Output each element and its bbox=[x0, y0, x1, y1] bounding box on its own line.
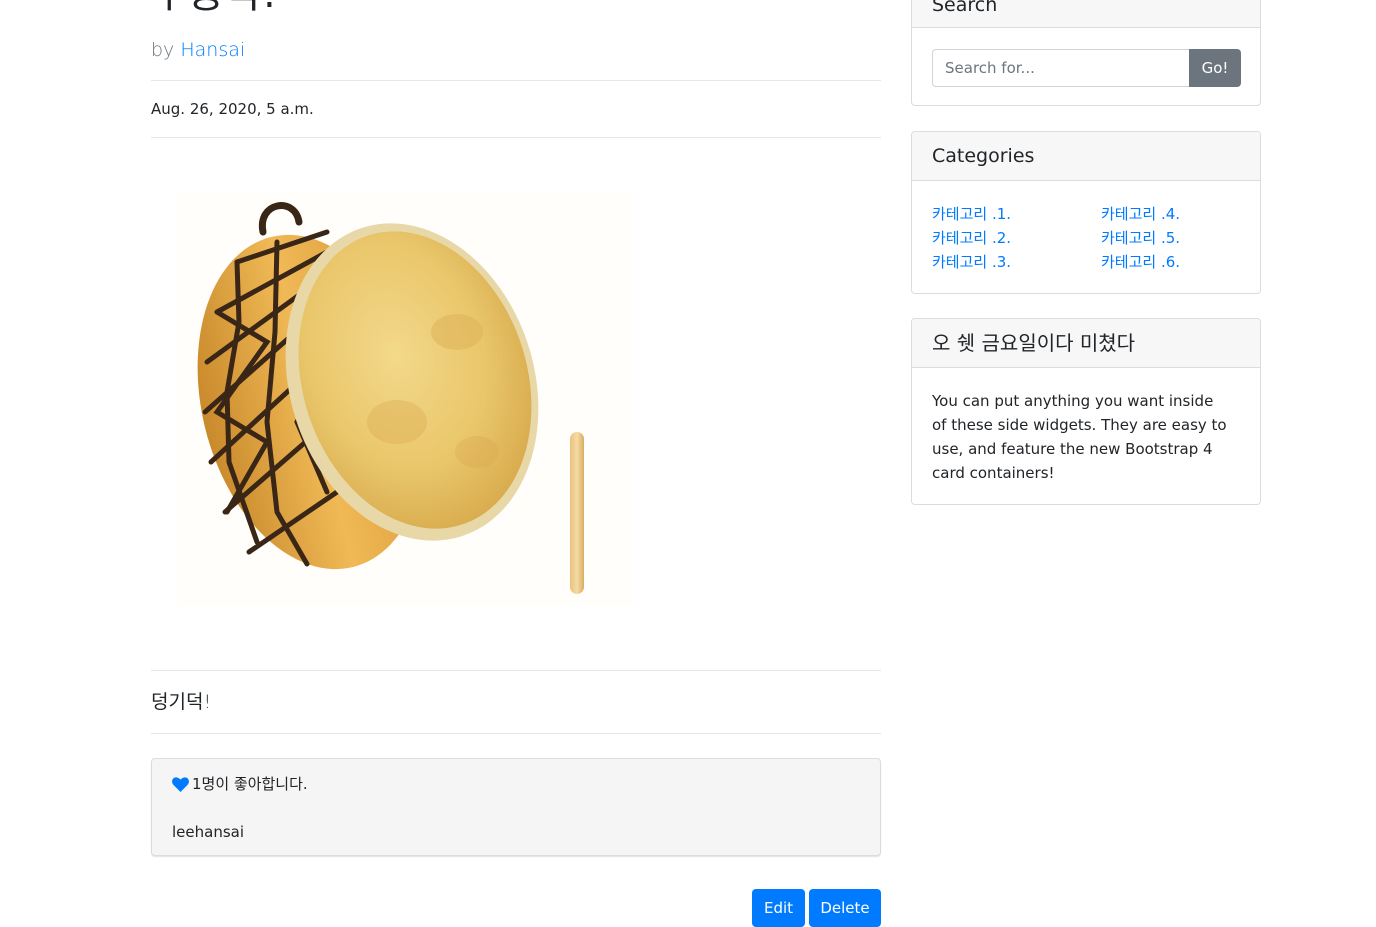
edit-button[interactable]: Edit bbox=[752, 889, 805, 927]
likes-count-text: 1명이 좋아합니다. bbox=[192, 775, 308, 793]
search-input[interactable] bbox=[932, 49, 1190, 87]
byline-prefix: by bbox=[151, 39, 181, 61]
post-body: 덩기덕! bbox=[151, 691, 212, 713]
post-byline: by Hansai bbox=[151, 36, 245, 64]
category-link-1[interactable]: 카테고리 .1. bbox=[932, 202, 1011, 226]
divider bbox=[151, 80, 881, 81]
go-button[interactable]: Go! bbox=[1189, 49, 1241, 87]
category-link-3[interactable]: 카테고리 .3. bbox=[932, 250, 1011, 274]
category-link-5[interactable]: 카테고리 .5. bbox=[1101, 226, 1180, 250]
categories-title: Categories bbox=[912, 132, 1260, 181]
side-widget-text: You can put anything you want inside of … bbox=[932, 392, 1227, 482]
heart-icon[interactable] bbox=[172, 776, 189, 792]
category-link-4[interactable]: 카테고리 .4. bbox=[1101, 202, 1180, 226]
post-title: 두둥딱! bbox=[151, 0, 277, 18]
liked-user: leehansai bbox=[172, 823, 245, 841]
divider bbox=[151, 137, 881, 138]
categories-widget: Categories 카테고리 .1. 카테고리 .2. 카테고리 .3. 카테… bbox=[911, 131, 1261, 294]
post-date: Aug. 26, 2020, 5 a.m. bbox=[151, 100, 314, 118]
divider bbox=[151, 733, 881, 734]
likes-summary: 1명이 좋아합니다. bbox=[172, 773, 308, 795]
search-row: Go! bbox=[932, 49, 1241, 87]
likes-card: 1명이 좋아합니다. leehansai bbox=[151, 758, 881, 856]
side-widget: 오 쉣 금요일이다 미쳤다 You can put anything you w… bbox=[911, 318, 1261, 505]
blog-post-page: 두둥딱! by Hansai Aug. 26, 2020, 5 a.m. bbox=[0, 0, 1376, 927]
author-link[interactable]: Hansai bbox=[180, 39, 245, 61]
side-widget-title: 오 쉣 금요일이다 미쳤다 bbox=[912, 319, 1260, 368]
search-widget-title: Search bbox=[912, 0, 1260, 28]
delete-button[interactable]: Delete bbox=[809, 889, 881, 927]
divider bbox=[151, 670, 881, 671]
category-link-2[interactable]: 카테고리 .2. bbox=[932, 226, 1011, 250]
category-link-6[interactable]: 카테고리 .6. bbox=[1101, 250, 1180, 274]
post-image-drum bbox=[177, 192, 633, 606]
search-widget: Search Go! bbox=[911, 0, 1261, 106]
